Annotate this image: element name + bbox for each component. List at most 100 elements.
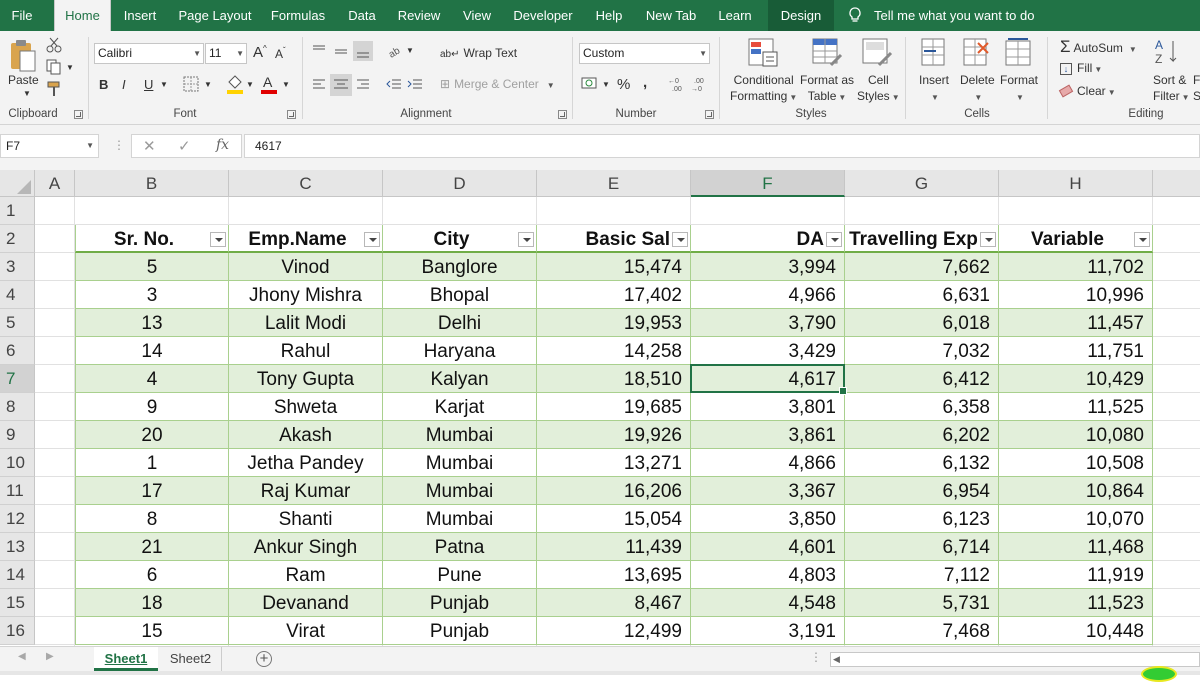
cancel-icon[interactable]: ✕ bbox=[143, 137, 156, 155]
copy-dropdown[interactable]: ▼ bbox=[66, 63, 74, 72]
table-cell[interactable]: 15,054 bbox=[537, 505, 691, 533]
table-cell[interactable]: 9 bbox=[75, 393, 229, 421]
row-header-8[interactable]: 8 bbox=[0, 393, 35, 421]
table-cell[interactable]: Banglore bbox=[383, 253, 537, 281]
column-header-c[interactable]: C bbox=[229, 170, 383, 197]
table-cell[interactable]: 10,448 bbox=[999, 617, 1153, 645]
font-color-icon[interactable]: A bbox=[260, 74, 278, 94]
table-cell[interactable]: Bhopal bbox=[383, 281, 537, 309]
table-cell[interactable]: 21 bbox=[75, 533, 229, 561]
table-cell[interactable]: 7,032 bbox=[845, 337, 999, 365]
table-cell[interactable]: Rahul bbox=[229, 337, 383, 365]
table-cell[interactable]: Shweta bbox=[229, 393, 383, 421]
table-cell[interactable]: 16,206 bbox=[537, 477, 691, 505]
table-cell[interactable]: Jhony Mishra bbox=[229, 281, 383, 309]
enter-check-icon[interactable]: ✓ bbox=[178, 137, 191, 155]
table-header-cell[interactable]: Variable bbox=[999, 225, 1153, 253]
wrap-text-button[interactable]: ab↵ Wrap Text bbox=[440, 46, 517, 60]
column-header-d[interactable]: D bbox=[383, 170, 537, 197]
table-cell[interactable]: Ankur Singh bbox=[229, 533, 383, 561]
row-header-2[interactable]: 2 bbox=[0, 225, 35, 253]
align-right-icon[interactable] bbox=[355, 77, 371, 93]
fill-color-dropdown[interactable]: ▼ bbox=[246, 80, 254, 89]
table-cell[interactable]: 4,601 bbox=[691, 533, 845, 561]
row-header-13[interactable]: 13 bbox=[0, 533, 35, 561]
table-cell[interactable]: 5,731 bbox=[845, 589, 999, 617]
format-painter-icon[interactable] bbox=[46, 81, 62, 97]
tab-help[interactable]: Help bbox=[589, 0, 629, 31]
table-cell[interactable]: 3,790 bbox=[691, 309, 845, 337]
table-cell[interactable]: 6,412 bbox=[845, 365, 999, 393]
table-header-cell[interactable]: Travelling Exp bbox=[845, 225, 999, 253]
table-cell[interactable]: 3,861 bbox=[691, 421, 845, 449]
bold-button[interactable]: B bbox=[99, 77, 108, 92]
filter-dropdown-icon[interactable] bbox=[672, 232, 688, 247]
filter-dropdown-icon[interactable] bbox=[826, 232, 842, 247]
table-cell[interactable]: 5 bbox=[75, 253, 229, 281]
clear-button[interactable]: Clear ▼ bbox=[1058, 84, 1116, 98]
column-header-g[interactable]: G bbox=[845, 170, 999, 197]
increase-decimal-icon[interactable]: ←0.00 bbox=[667, 75, 685, 93]
column-header-e[interactable]: E bbox=[537, 170, 691, 197]
table-cell[interactable]: 1 bbox=[75, 449, 229, 477]
tab-insert[interactable]: Insert bbox=[117, 0, 163, 31]
paste-button[interactable]: Paste bbox=[8, 73, 39, 87]
tab-view[interactable]: View bbox=[456, 0, 498, 31]
table-cell[interactable]: 4,803 bbox=[691, 561, 845, 589]
orientation-icon[interactable]: ab bbox=[387, 43, 405, 59]
table-cell[interactable]: Devanand bbox=[229, 589, 383, 617]
table-cell[interactable]: 15,474 bbox=[537, 253, 691, 281]
filter-dropdown-icon[interactable] bbox=[518, 232, 534, 247]
row-header-15[interactable]: 15 bbox=[0, 589, 35, 617]
table-cell[interactable]: 11,439 bbox=[537, 533, 691, 561]
underline-dropdown[interactable]: ▼ bbox=[160, 80, 168, 89]
table-cell[interactable]: 3,994 bbox=[691, 253, 845, 281]
formula-bar-resize-handle[interactable]: ⋮ bbox=[113, 138, 125, 152]
row-header-9[interactable]: 9 bbox=[0, 421, 35, 449]
scroll-left-icon[interactable]: ◀ bbox=[833, 654, 840, 665]
table-cell[interactable]: 6,123 bbox=[845, 505, 999, 533]
table-cell[interactable]: 7,112 bbox=[845, 561, 999, 589]
table-cell[interactable]: 17 bbox=[75, 477, 229, 505]
table-cell[interactable]: Mumbai bbox=[383, 505, 537, 533]
table-cell[interactable]: 10,429 bbox=[999, 365, 1153, 393]
table-cell[interactable]: 3,850 bbox=[691, 505, 845, 533]
table-cell[interactable]: 10,996 bbox=[999, 281, 1153, 309]
table-cell[interactable]: 19,685 bbox=[537, 393, 691, 421]
row-header-3[interactable]: 3 bbox=[0, 253, 35, 281]
table-cell[interactable]: 18,510 bbox=[537, 365, 691, 393]
table-cell[interactable]: 11,468 bbox=[999, 533, 1153, 561]
orientation-dropdown[interactable]: ▼ bbox=[406, 46, 414, 55]
table-cell[interactable]: 18 bbox=[75, 589, 229, 617]
align-center-icon[interactable] bbox=[330, 74, 352, 96]
table-cell[interactable]: Vinod bbox=[229, 253, 383, 281]
format-as-table-button[interactable]: Format as Table ▼ bbox=[800, 72, 854, 106]
table-cell[interactable]: Karjat bbox=[383, 393, 537, 421]
column-header-f[interactable]: F bbox=[691, 170, 845, 197]
row-header-16[interactable]: 16 bbox=[0, 617, 35, 645]
cell-styles-button[interactable]: Cell Styles ▼ bbox=[857, 72, 900, 106]
table-cell[interactable]: 4,866 bbox=[691, 449, 845, 477]
decrease-indent-icon[interactable] bbox=[386, 77, 402, 93]
table-cell[interactable]: 4,966 bbox=[691, 281, 845, 309]
align-left-icon[interactable] bbox=[311, 77, 327, 93]
filter-dropdown-icon[interactable] bbox=[364, 232, 380, 247]
row-header-14[interactable]: 14 bbox=[0, 561, 35, 589]
table-cell[interactable]: 11,523 bbox=[999, 589, 1153, 617]
table-cell[interactable]: 14 bbox=[75, 337, 229, 365]
table-header-cell[interactable]: DA bbox=[691, 225, 845, 253]
table-cell[interactable]: 19,926 bbox=[537, 421, 691, 449]
middle-align-icon[interactable] bbox=[333, 43, 349, 59]
table-cell[interactable]: 3,367 bbox=[691, 477, 845, 505]
row-header-1[interactable]: 1 bbox=[0, 197, 35, 225]
insert-cells-button[interactable]: Insert ▼ bbox=[919, 72, 949, 106]
select-all-button[interactable] bbox=[0, 170, 35, 197]
table-cell[interactable]: 13 bbox=[75, 309, 229, 337]
column-header-h[interactable]: H bbox=[999, 170, 1153, 197]
table-cell[interactable]: 11,525 bbox=[999, 393, 1153, 421]
horizontal-scrollbar[interactable]: ◀ bbox=[830, 652, 1200, 667]
table-cell[interactable]: 12,499 bbox=[537, 617, 691, 645]
table-cell[interactable]: Virat bbox=[229, 617, 383, 645]
table-cell[interactable]: 4,617 bbox=[691, 365, 845, 393]
table-cell[interactable]: 13,695 bbox=[537, 561, 691, 589]
